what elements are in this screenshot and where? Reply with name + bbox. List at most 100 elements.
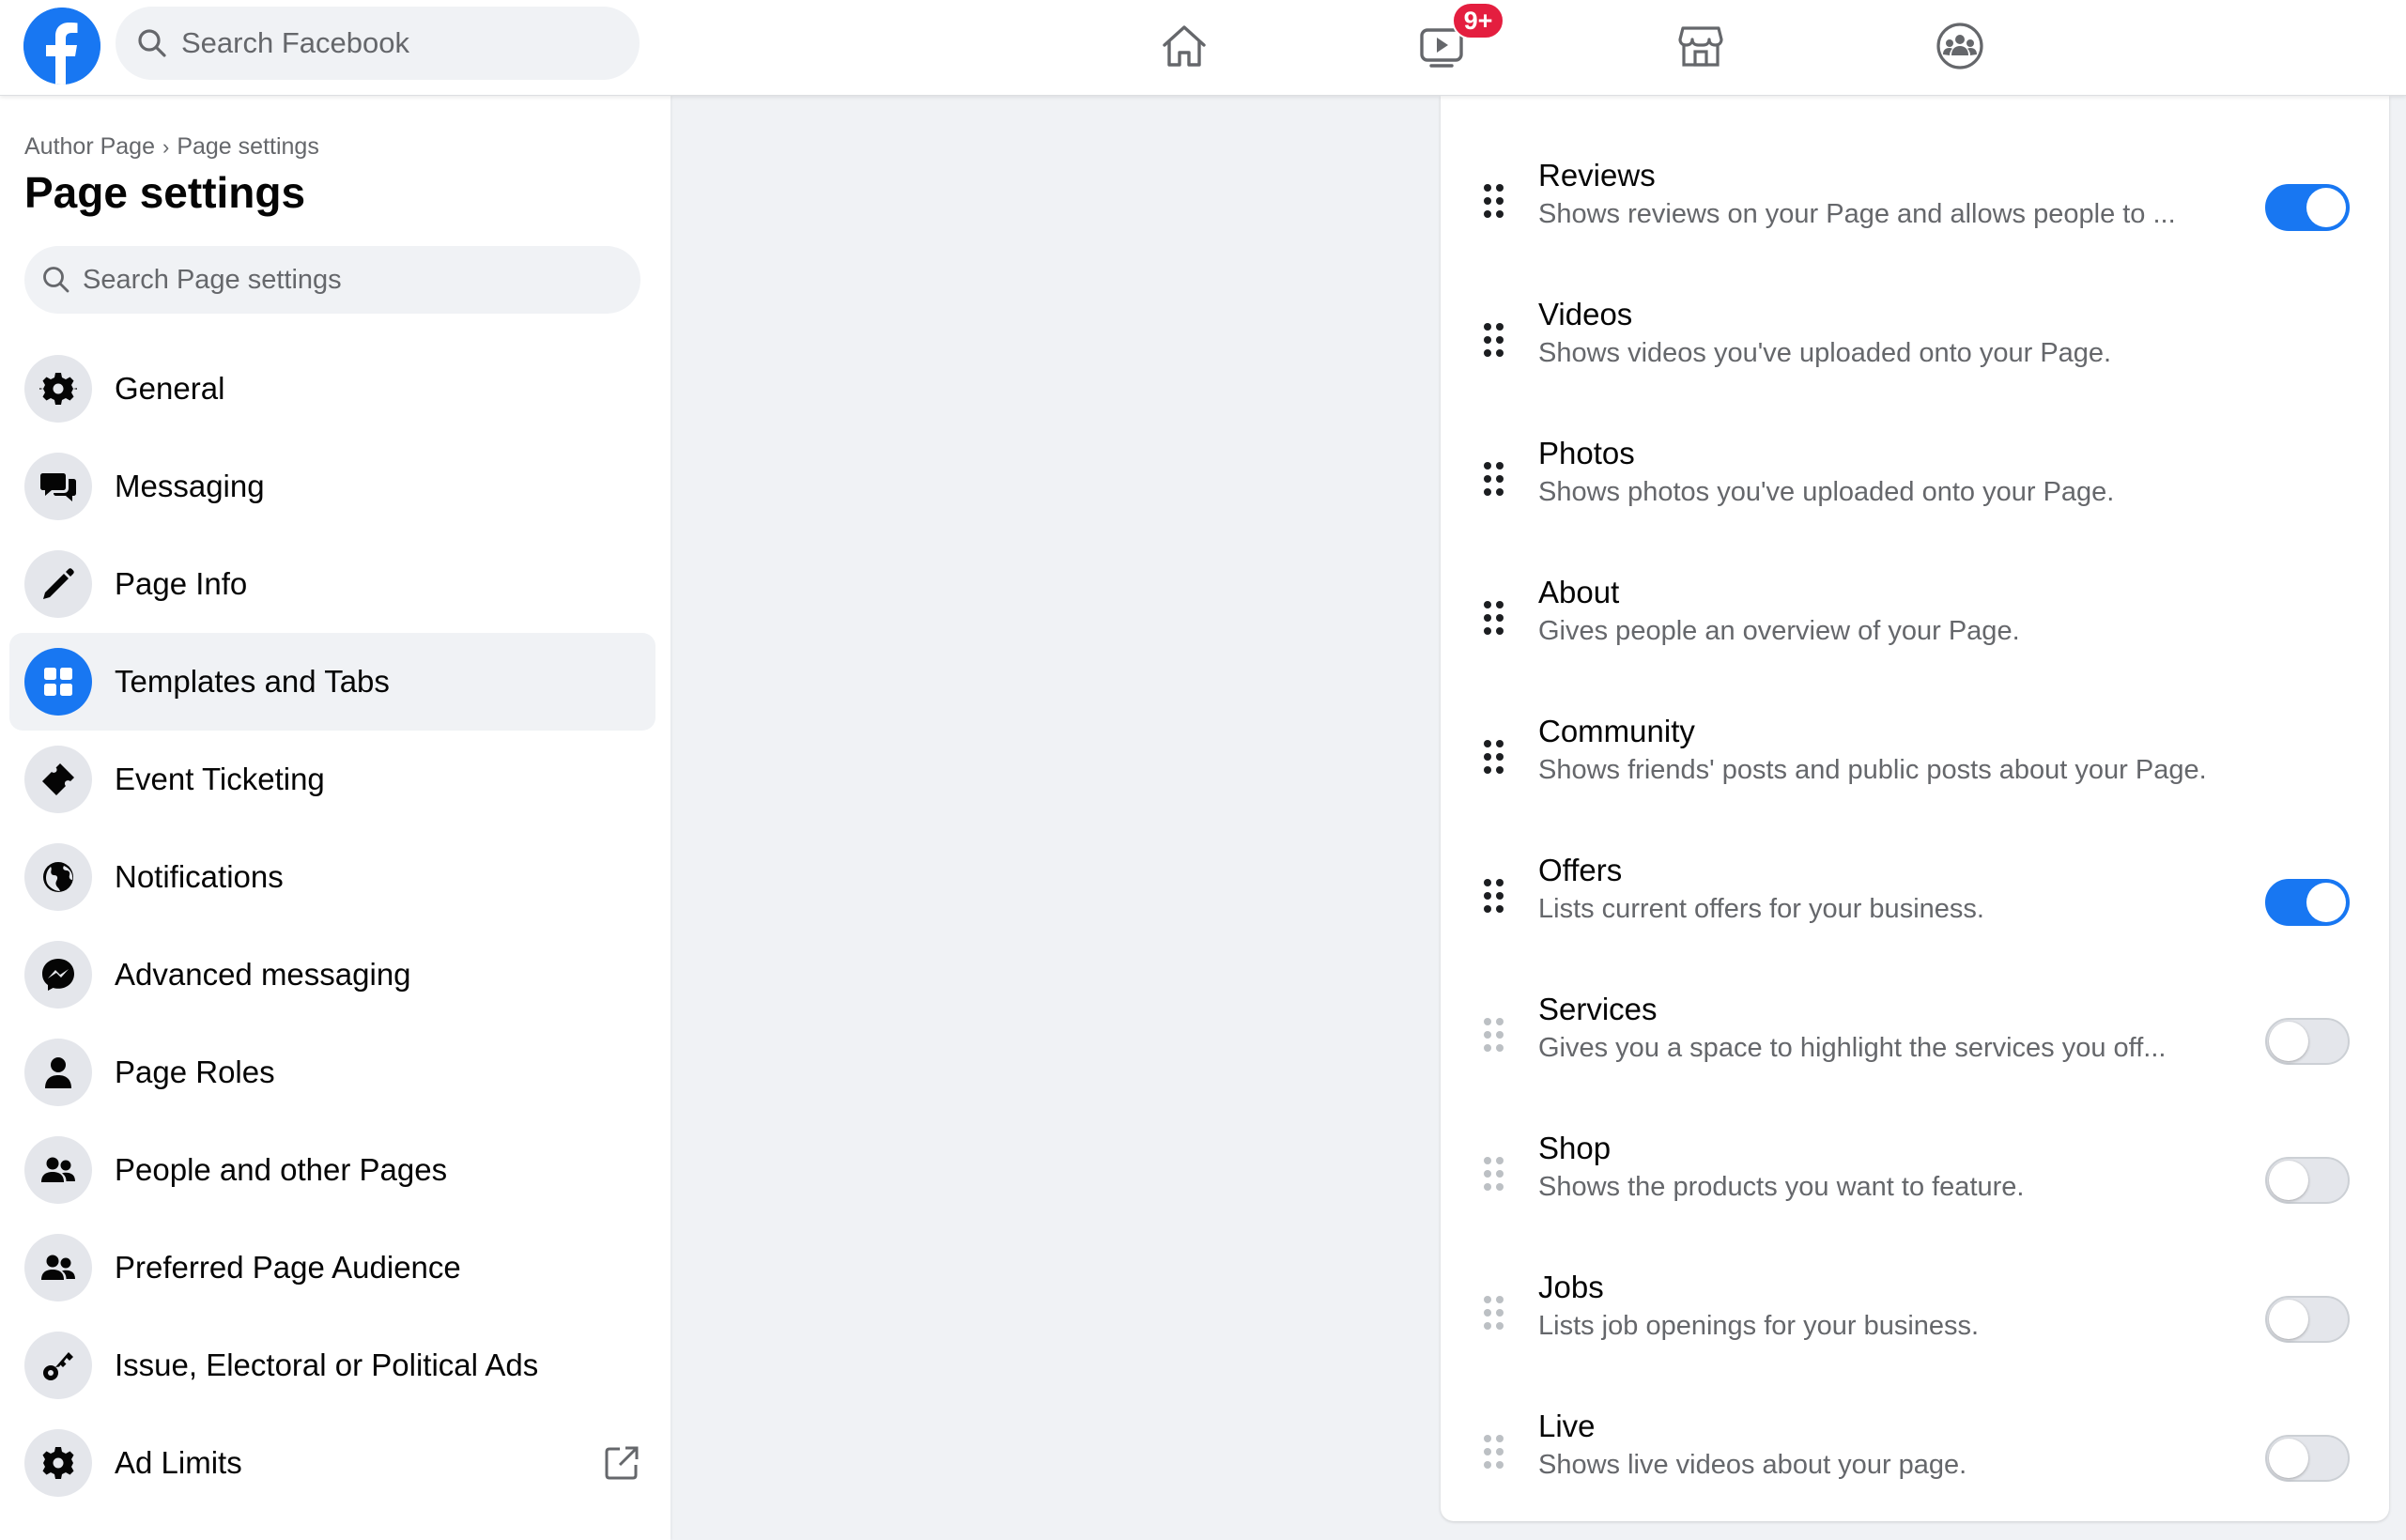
sidebar-item-label: Messaging <box>115 469 265 503</box>
facebook-search-bar[interactable] <box>116 7 640 80</box>
tab-description: Shows live videos about your page. <box>1538 1450 1967 1480</box>
tab-description: Gives you a space to highlight the servi… <box>1538 1033 2167 1063</box>
people-icon <box>41 1255 75 1280</box>
sidebar-item-advanced-messaging[interactable]: Advanced messaging <box>9 926 655 1024</box>
live-toggle[interactable] <box>2265 1435 2350 1482</box>
tab-title: Shop <box>1538 1131 1612 1165</box>
globe-icon <box>43 862 73 892</box>
tab-title: Videos <box>1538 297 1633 331</box>
external-link-icon[interactable] <box>601 1442 642 1484</box>
sidebar-item-templates-and-tabs[interactable]: Templates and Tabs <box>9 633 655 731</box>
key-icon <box>43 1352 73 1380</box>
search-icon <box>138 29 166 57</box>
tab-description: Shows videos you've uploaded onto your P… <box>1538 338 2112 368</box>
sidebar-item-event-ticketing[interactable]: Event Ticketing <box>9 731 655 828</box>
tab-title: Photos <box>1538 436 1635 470</box>
tab-title: About <box>1538 575 1620 609</box>
sidebar-item-label: Advanced messaging <box>115 957 411 992</box>
sidebar-item-political-ads[interactable]: Issue, Electoral or Political Ads <box>9 1317 655 1414</box>
settings-menu: General Messaging Page Info Templates an… <box>9 340 655 1512</box>
tab-description: Lists job openings for your business. <box>1538 1311 1980 1341</box>
sidebar-item-notifications[interactable]: Notifications <box>9 828 655 926</box>
tab-description: Shows friends' posts and public posts ab… <box>1538 755 2207 785</box>
page-title: Page settings <box>24 168 306 217</box>
tabs-list-panel: Reviews Shows reviews on your Page and a… <box>1441 96 2389 1521</box>
drag-handle-icon <box>1484 1435 1506 1476</box>
drag-handle-icon[interactable] <box>1484 601 1506 642</box>
sidebar-item-label: Notifications <box>115 859 284 894</box>
home-nav-button[interactable] <box>1151 13 1217 79</box>
top-navigation-bar: 9+ <box>0 0 2406 96</box>
chat-bubbles-icon <box>40 473 76 501</box>
drag-handle-icon[interactable] <box>1484 879 1506 920</box>
tab-title: Reviews <box>1538 158 1656 192</box>
sidebar-item-general[interactable]: General <box>9 340 655 438</box>
search-icon <box>43 267 69 293</box>
shop-toggle[interactable] <box>2265 1157 2350 1204</box>
pencil-icon <box>43 568 74 599</box>
tab-title: Community <box>1538 714 1695 748</box>
settings-sidebar: Author Page › Page settings Page setting… <box>0 96 671 1540</box>
drag-handle-icon[interactable] <box>1484 462 1506 503</box>
tab-title: Offers <box>1538 853 1623 887</box>
drag-handle-icon[interactable] <box>1484 740 1506 781</box>
sidebar-item-preferred-page-audience[interactable]: Preferred Page Audience <box>9 1219 655 1317</box>
marketplace-nav-button[interactable] <box>1668 13 1734 79</box>
people-icon <box>41 1157 75 1182</box>
sidebar-item-messaging[interactable]: Messaging <box>9 438 655 535</box>
chevron-right-icon: › <box>162 134 170 159</box>
tab-row-about: About Gives people an overview of your P… <box>1441 556 2389 695</box>
tab-row-community: Community Shows friends' posts and publi… <box>1441 695 2389 834</box>
facebook-search-input[interactable] <box>181 26 613 60</box>
sidebar-item-page-info[interactable]: Page Info <box>9 535 655 633</box>
drag-handle-icon[interactable] <box>1484 323 1506 364</box>
person-icon <box>45 1057 71 1088</box>
drag-handle-icon <box>1484 1296 1506 1337</box>
sidebar-item-label: Preferred Page Audience <box>115 1250 461 1285</box>
watch-notification-badge: 9+ <box>1452 2 1504 39</box>
sidebar-item-ad-limits[interactable]: Ad Limits <box>9 1414 655 1512</box>
reviews-toggle[interactable] <box>2265 184 2350 231</box>
facebook-logo-icon[interactable] <box>23 8 100 85</box>
gear-icon <box>42 1447 74 1479</box>
sidebar-item-label: People and other Pages <box>115 1152 448 1187</box>
tab-row-live: Live Shows live videos about your page. <box>1441 1390 2389 1521</box>
offers-toggle[interactable] <box>2265 879 2350 926</box>
grid-icon <box>44 668 72 696</box>
groups-nav-button[interactable] <box>1927 13 1993 79</box>
home-icon <box>1163 25 1206 67</box>
tab-description: Shows photos you've uploaded onto your P… <box>1538 477 2115 507</box>
drag-handle-icon <box>1484 1157 1506 1198</box>
jobs-toggle[interactable] <box>2265 1296 2350 1343</box>
groups-icon <box>1936 23 1983 69</box>
settings-search-input[interactable] <box>83 264 609 296</box>
sidebar-item-people-and-other-pages[interactable]: People and other Pages <box>9 1121 655 1219</box>
tab-row-offers: Offers Lists current offers for your bus… <box>1441 834 2389 973</box>
sidebar-item-label: Page Roles <box>115 1055 275 1089</box>
tab-row-jobs: Jobs Lists job openings for your busines… <box>1441 1251 2389 1390</box>
services-toggle[interactable] <box>2265 1018 2350 1065</box>
tab-row-reviews: Reviews Shows reviews on your Page and a… <box>1441 139 2389 278</box>
tab-description: Shows reviews on your Page and allows pe… <box>1538 199 2176 229</box>
tab-description: Lists current offers for your business. <box>1538 894 1984 924</box>
breadcrumb-page-settings[interactable]: Page settings <box>177 133 319 161</box>
tab-description: Shows the products you want to feature. <box>1538 1172 2025 1202</box>
messenger-icon <box>42 959 74 991</box>
drag-handle-icon[interactable] <box>1484 184 1506 225</box>
settings-search-bar[interactable] <box>24 246 640 314</box>
tab-title: Live <box>1538 1409 1596 1443</box>
sidebar-item-label: Event Ticketing <box>115 762 325 796</box>
breadcrumb-author-page[interactable]: Author Page <box>24 133 155 161</box>
sidebar-item-page-roles[interactable]: Page Roles <box>9 1024 655 1121</box>
breadcrumb: Author Page › Page settings <box>24 133 319 161</box>
tab-title: Services <box>1538 992 1658 1026</box>
tab-row-photos: Photos Shows photos you've uploaded onto… <box>1441 417 2389 556</box>
ticket-icon <box>42 763 74 795</box>
marketplace-icon <box>1678 26 1723 67</box>
gear-icon <box>39 373 77 405</box>
tab-row-services: Services Gives you a space to highlight … <box>1441 973 2389 1112</box>
sidebar-item-label: Templates and Tabs <box>115 664 390 699</box>
sidebar-item-label: Issue, Electoral or Political Ads <box>115 1348 539 1382</box>
tab-title: Jobs <box>1538 1270 1604 1304</box>
tab-row-shop: Shop Shows the products you want to feat… <box>1441 1112 2389 1251</box>
